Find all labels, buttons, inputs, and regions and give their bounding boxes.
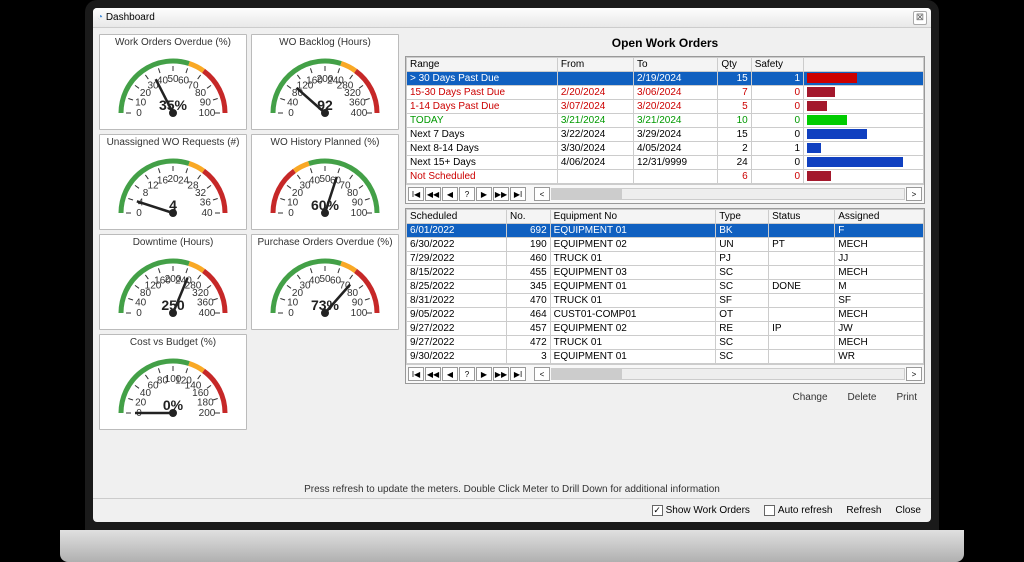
delete-button[interactable]: Delete (848, 392, 877, 403)
gauge-card[interactable]: WO History Planned (%)010203040506070809… (251, 134, 399, 230)
gauge-title: WO Backlog (Hours) (279, 37, 371, 48)
table-nav-2[interactable]: I◀◀◀◀?▶▶▶▶I <> (406, 364, 924, 383)
gauge-title: Purchase Orders Overdue (%) (257, 237, 392, 248)
table-row[interactable]: 7/29/2022460TRUCK 01PJJJ (407, 252, 924, 266)
auto-refresh-checkbox[interactable]: Auto refresh (764, 505, 832, 516)
gauge-card[interactable]: WO Backlog (Hours)0408012016020024028032… (251, 34, 399, 130)
table-row[interactable]: Not Scheduled60 (407, 170, 924, 184)
table-row[interactable]: 9/27/2022472TRUCK 01SCMECH (407, 336, 924, 350)
hint-text: Press refresh to update the meters. Doub… (93, 481, 931, 498)
refresh-button[interactable]: Refresh (846, 505, 881, 516)
gauge-title: Cost vs Budget (%) (130, 337, 216, 348)
table-nav[interactable]: I◀◀◀◀?▶▶▶▶I <> (406, 184, 924, 203)
wo-list-table[interactable]: ScheduledNo.Equipment NoTypeStatusAssign… (405, 208, 925, 384)
gauge-card[interactable]: Downtime (Hours)040801201602002402803203… (99, 234, 247, 330)
table-row[interactable]: 8/25/2022345EQUIPMENT 01SCDONEM (407, 280, 924, 294)
table-row[interactable]: > 30 Days Past Due2/19/2024151 (407, 72, 924, 86)
table-row[interactable]: Next 15+ Days4/06/202412/31/9999240 (407, 156, 924, 170)
show-wo-checkbox[interactable]: ✓Show Work Orders (652, 505, 750, 516)
gauge-title: WO History Planned (%) (271, 137, 380, 148)
table-row[interactable]: 6/01/2022692EQUIPMENT 01BKF (407, 224, 924, 238)
footer: ✓Show Work Orders Auto refresh Refresh C… (93, 498, 931, 522)
gauge-card[interactable]: Cost vs Budget (%)0204060801001201401601… (99, 334, 247, 430)
table-row[interactable]: 6/30/2022190EQUIPMENT 02UNPTMECH (407, 238, 924, 252)
table-row[interactable]: 1-14 Days Past Due3/07/20243/20/202450 (407, 100, 924, 114)
gauge-card[interactable]: Work Orders Overdue (%)01020304050607080… (99, 34, 247, 130)
table-row[interactable]: 9/05/2022464CUST01-COMP01OTMECH (407, 308, 924, 322)
gauges-panel: Work Orders Overdue (%)01020304050607080… (99, 34, 399, 475)
gauge-title: Work Orders Overdue (%) (115, 37, 231, 48)
table-row[interactable]: Next 7 Days3/22/20243/29/2024150 (407, 128, 924, 142)
change-button[interactable]: Change (793, 392, 828, 403)
close-icon[interactable]: ⊠ (913, 11, 927, 25)
close-button[interactable]: Close (895, 505, 921, 516)
titlebar: ◔ Dashboard ⊠ (93, 8, 931, 28)
row-actions: Change Delete Print (405, 388, 925, 407)
table-row[interactable]: 9/27/2022457EQUIPMENT 02REIPJW (407, 322, 924, 336)
table-row[interactable]: 15-30 Days Past Due2/20/20243/06/202470 (407, 86, 924, 100)
window-title: Dashboard (106, 12, 155, 23)
open-wo-title: Open Work Orders (405, 34, 925, 52)
table-row[interactable]: 8/15/2022455EQUIPMENT 03SCMECH (407, 266, 924, 280)
print-button[interactable]: Print (896, 392, 917, 403)
table-row[interactable]: TODAY3/21/20243/21/2024100 (407, 114, 924, 128)
gauge-card[interactable]: Unassigned WO Requests (#)04812162024283… (99, 134, 247, 230)
table-row[interactable]: 8/31/2022470TRUCK 01SFSF (407, 294, 924, 308)
table-row[interactable]: 9/30/20223EQUIPMENT 01SCWR (407, 350, 924, 364)
table-row[interactable]: Next 8-14 Days3/30/20244/05/202421 (407, 142, 924, 156)
gauge-title: Downtime (Hours) (133, 237, 214, 248)
gauge-card[interactable]: Purchase Orders Overdue (%)0102030405060… (251, 234, 399, 330)
open-wo-table[interactable]: RangeFromToQtySafety> 30 Days Past Due2/… (405, 56, 925, 204)
gauge-title: Unassigned WO Requests (#) (107, 137, 240, 148)
